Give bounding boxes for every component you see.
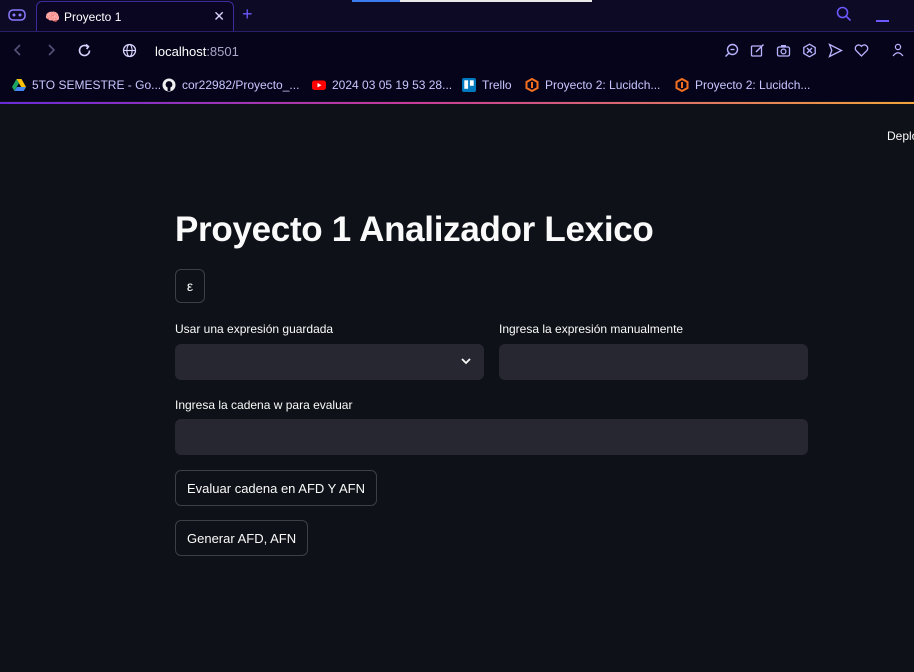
deploy-button[interactable]: Deplo bbox=[887, 129, 914, 143]
profile-icon[interactable] bbox=[892, 43, 904, 57]
workspaces-icon[interactable] bbox=[8, 8, 26, 22]
string-w-label: Ingresa la cadena w para evaluar bbox=[175, 398, 353, 412]
lucidchart-icon bbox=[675, 78, 689, 92]
google-drive-icon bbox=[12, 79, 26, 91]
heart-icon[interactable] bbox=[854, 43, 869, 58]
url-port: :8501 bbox=[206, 44, 239, 59]
bookmark-trello[interactable]: Trello bbox=[462, 77, 512, 93]
page-title: Proyecto 1 Analizador Lexico bbox=[175, 210, 654, 249]
url-host: localhost bbox=[155, 44, 207, 59]
loading-bar bbox=[352, 0, 592, 2]
forward-icon[interactable] bbox=[44, 43, 58, 57]
bookmark-lucidchart-1[interactable]: Proyecto 2: Lucidch... bbox=[525, 77, 660, 93]
bookmark-youtube[interactable]: 2024 03 05 19 53 28... bbox=[312, 77, 452, 93]
minimize-icon[interactable] bbox=[876, 6, 889, 22]
block-icon[interactable] bbox=[802, 43, 817, 58]
saved-expression-label: Usar una expresión guardada bbox=[175, 322, 334, 336]
bookmark-drive[interactable]: 5TO SEMESTRE - Go... bbox=[12, 77, 161, 93]
bookmark-github[interactable]: cor22982/Proyecto_... bbox=[162, 77, 299, 93]
github-icon bbox=[162, 78, 176, 92]
back-icon[interactable] bbox=[11, 43, 25, 57]
send-icon[interactable] bbox=[828, 43, 843, 58]
search-icon[interactable] bbox=[836, 6, 852, 22]
bookmarks-bar: 5TO SEMESTRE - Go... cor22982/Proyecto_.… bbox=[0, 70, 914, 101]
site-info-icon[interactable] bbox=[122, 43, 137, 58]
brain-icon: 🧠 bbox=[45, 10, 60, 24]
reload-icon[interactable] bbox=[77, 43, 92, 58]
new-tab-icon[interactable]: + bbox=[242, 4, 253, 25]
generate-automata-button[interactable]: Generar AFD, AFN bbox=[175, 520, 309, 556]
tab-active[interactable]: 🧠 Proyecto 1 ✕ bbox=[36, 1, 234, 31]
youtube-icon bbox=[312, 80, 326, 90]
close-tab-icon[interactable]: ✕ bbox=[213, 8, 225, 25]
camera-icon[interactable] bbox=[776, 43, 791, 58]
accent-divider bbox=[0, 102, 914, 104]
string-w-input[interactable] bbox=[175, 419, 808, 455]
evaluate-button[interactable]: Evaluar cadena en AFD Y AFN bbox=[175, 470, 378, 506]
tab-bar: 🧠 Proyecto 1 ✕ + bbox=[0, 0, 914, 32]
lucidchart-icon bbox=[525, 78, 539, 92]
edit-icon[interactable] bbox=[750, 43, 765, 58]
epsilon-button[interactable]: ε bbox=[175, 269, 205, 303]
navigation-bar: localhost:8501 bbox=[0, 32, 914, 70]
manual-expression-input[interactable] bbox=[499, 344, 808, 380]
zoom-icon[interactable] bbox=[724, 43, 739, 58]
manual-expression-label: Ingresa la expresión manualmente bbox=[499, 322, 684, 336]
saved-expression-select[interactable] bbox=[175, 344, 484, 380]
trello-icon bbox=[462, 78, 476, 92]
bookmark-lucidchart-2[interactable]: Proyecto 2: Lucidch... bbox=[675, 77, 810, 93]
address-bar[interactable]: localhost:8501 bbox=[155, 44, 239, 59]
tab-title: Proyecto 1 bbox=[64, 10, 122, 24]
chevron-down-icon bbox=[461, 358, 471, 365]
